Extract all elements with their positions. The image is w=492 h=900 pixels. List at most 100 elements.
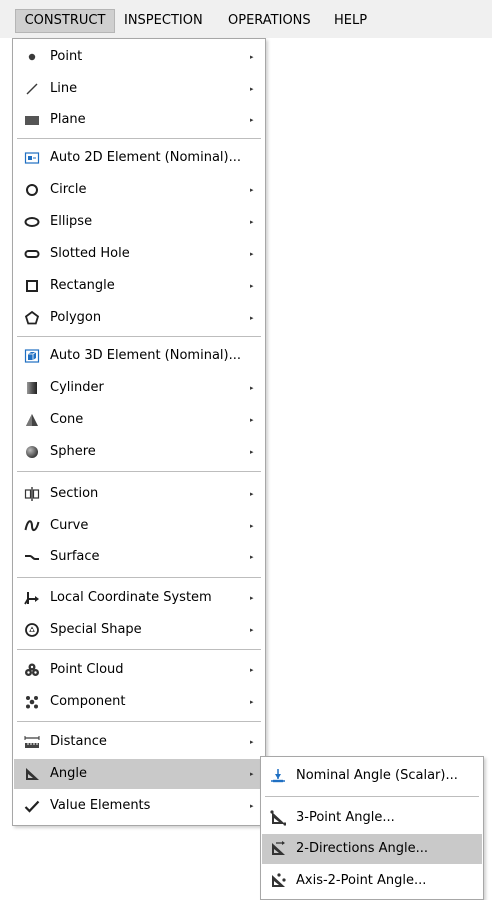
menu-item-plane[interactable]: Plane ▸ [14,105,264,135]
menu-item-line[interactable]: Line ▸ [14,74,264,104]
component-icon [24,694,40,710]
menu-item-auto-2d-element[interactable]: Auto 2D Element (Nominal)... [14,143,264,173]
submenu-arrow-icon: ▸ [250,186,254,194]
menu-item-label: Special Shape [50,622,142,637]
menu-item-cone[interactable]: Cone ▸ [14,405,264,435]
submenu-arrow-icon: ▸ [250,218,254,226]
submenu-arrow-icon: ▸ [250,416,254,424]
menu-item-ellipse[interactable]: Ellipse ▸ [14,207,264,237]
submenu-item-label: 2-Directions Angle... [296,841,428,856]
curve-icon [24,518,40,534]
menu-item-label: Auto 3D Element (Nominal)... [50,348,241,363]
menu-item-label: Slotted Hole [50,246,130,261]
submenu-arrow-icon: ▸ [250,85,254,93]
menu-item-circle[interactable]: Circle ▸ [14,175,264,205]
menu-item-slotted-hole[interactable]: Slotted Hole ▸ [14,239,264,269]
menu-construct[interactable]: CONSTRUCT [15,9,115,33]
menu-item-angle[interactable]: Angle ▸ [14,759,264,789]
menu-separator [17,138,261,139]
submenu-item-label: 3-Point Angle... [296,810,395,825]
angle-submenu: Nominal Angle (Scalar)... 3-Point Angle.… [260,756,484,900]
auto-3d-element-icon [24,348,40,364]
menu-item-label: Cylinder [50,380,104,395]
menu-inspection[interactable]: INSPECTION [124,10,203,32]
submenu-arrow-icon: ▸ [250,448,254,456]
cylinder-icon [24,380,40,396]
menu-item-special-shape[interactable]: Special Shape ▸ [14,615,264,645]
line-icon [24,81,40,97]
menu-item-label: Circle [50,182,87,197]
menu-item-rectangle[interactable]: Rectangle ▸ [14,271,264,301]
menu-item-label: Ellipse [50,214,93,229]
menu-item-label: Section [50,486,99,501]
slotted-hole-icon [24,246,40,262]
construct-menu: Point ▸ Line ▸ Plane ▸ Auto 2D Element (… [12,38,266,826]
menu-item-point-cloud[interactable]: Point Cloud ▸ [14,655,264,685]
rectangle-icon [24,278,40,294]
submenu-item-axis-2-point-angle[interactable]: Axis-2-Point Angle... [262,866,482,896]
nominal-angle-icon [270,768,286,784]
surface-icon [24,549,40,565]
menu-bar: CONSTRUCT INSPECTION OPERATIONS HELP [0,0,492,38]
submenu-arrow-icon: ▸ [250,626,254,634]
menu-item-label: Plane [50,112,86,127]
submenu-arrow-icon: ▸ [250,666,254,674]
axis-two-point-angle-icon [270,873,286,889]
section-icon [24,486,40,502]
menu-item-label: Distance [50,734,107,749]
submenu-arrow-icon: ▸ [250,522,254,530]
menu-separator [17,336,261,337]
submenu-arrow-icon: ▸ [250,770,254,778]
menu-item-curve[interactable]: Curve ▸ [14,511,264,541]
sphere-icon [24,444,40,460]
menu-item-auto-3d-element[interactable]: Auto 3D Element (Nominal)... [14,341,264,371]
submenu-item-label: Nominal Angle (Scalar)... [296,768,458,783]
auto-2d-element-icon [24,150,40,166]
menu-item-point[interactable]: Point ▸ [14,42,264,72]
menu-item-local-coordinate-system[interactable]: Local Coordinate System ▸ [14,583,264,613]
menu-item-label: Point [50,49,83,64]
submenu-arrow-icon: ▸ [250,802,254,810]
menu-item-surface[interactable]: Surface ▸ [14,542,264,572]
menu-item-label: Rectangle [50,278,115,293]
submenu-arrow-icon: ▸ [250,116,254,124]
menu-item-value-elements[interactable]: Value Elements ▸ [14,791,264,821]
menu-item-label: Auto 2D Element (Nominal)... [50,150,241,165]
menu-separator [17,577,261,578]
submenu-arrow-icon: ▸ [250,53,254,61]
submenu-arrow-icon: ▸ [250,314,254,322]
menu-item-label: Sphere [50,444,96,459]
menu-item-label: Curve [50,518,89,533]
menu-item-label: Angle [50,766,87,781]
checkmark-icon [24,798,40,814]
coordinate-system-icon [24,590,40,606]
menu-operations[interactable]: OPERATIONS [228,10,311,32]
submenu-item-2-directions-angle[interactable]: 2-Directions Angle... [262,834,482,864]
submenu-item-3-point-angle[interactable]: 3-Point Angle... [262,803,482,833]
menu-item-section[interactable]: Section ▸ [14,479,264,509]
submenu-arrow-icon: ▸ [250,282,254,290]
submenu-arrow-icon: ▸ [250,250,254,258]
point-cloud-icon [24,662,40,678]
point-icon [24,49,40,65]
menu-item-distance[interactable]: Distance ▸ [14,727,264,757]
special-shape-icon [24,622,40,638]
menu-item-sphere[interactable]: Sphere ▸ [14,437,264,467]
menu-item-label: Line [50,81,78,96]
menu-item-polygon[interactable]: Polygon ▸ [14,303,264,333]
submenu-item-nominal-angle[interactable]: Nominal Angle (Scalar)... [262,761,482,791]
polygon-icon [24,310,40,326]
menu-separator [17,471,261,472]
menu-item-label: Component [50,694,126,709]
menu-item-component[interactable]: Component ▸ [14,687,264,717]
menu-item-label: Cone [50,412,84,427]
menu-separator [17,721,261,722]
menu-item-label: Local Coordinate System [50,590,212,605]
submenu-arrow-icon: ▸ [250,738,254,746]
three-point-angle-icon [270,810,287,826]
menu-help[interactable]: HELP [334,10,367,32]
submenu-arrow-icon: ▸ [250,594,254,602]
cone-icon [24,412,40,428]
distance-icon [24,734,40,750]
menu-item-cylinder[interactable]: Cylinder ▸ [14,373,264,403]
